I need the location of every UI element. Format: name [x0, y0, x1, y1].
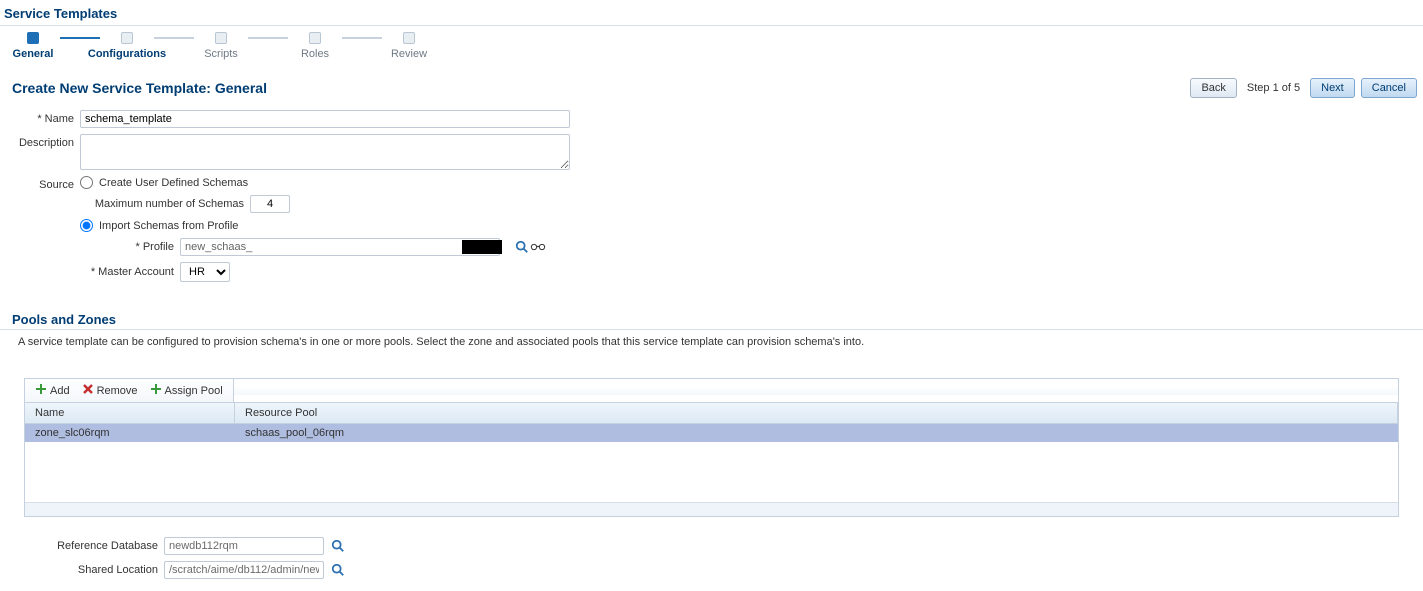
column-header-name[interactable]: Name	[25, 403, 235, 423]
profile-search-icon[interactable]	[514, 239, 530, 255]
max-schemas-label: Maximum number of Schemas	[80, 198, 250, 210]
assign-pool-button[interactable]: Assign Pool	[150, 383, 223, 398]
cancel-button[interactable]: Cancel	[1361, 78, 1417, 98]
reference-database-label: Reference Database	[24, 540, 164, 552]
page-title: Service Templates	[0, 0, 1423, 25]
empty-table-area	[25, 442, 1398, 502]
x-icon	[82, 383, 94, 398]
step-indicator: Step 1 of 5	[1243, 82, 1304, 94]
wizard-step-configurations[interactable]: Configurations	[100, 32, 154, 60]
source-import-profile-radio[interactable]	[80, 219, 93, 232]
description-textarea[interactable]	[80, 134, 570, 170]
button-bar: Back Step 1 of 5 Next Cancel	[1190, 78, 1417, 98]
reference-database-input[interactable]	[164, 537, 324, 555]
cell-name: zone_slc06rqm	[25, 424, 235, 442]
wizard-step-roles[interactable]: Roles	[288, 32, 342, 60]
cell-resource-pool: schaas_pool_06rqm	[235, 424, 1398, 442]
wizard-box-icon	[403, 32, 415, 44]
remove-button[interactable]: Remove	[82, 383, 138, 398]
wizard-connector	[154, 37, 194, 39]
wizard-box-icon	[27, 32, 39, 44]
master-account-label: Master Account	[80, 266, 180, 278]
wizard-box-icon	[121, 32, 133, 44]
column-header-resource-pool[interactable]: Resource Pool	[235, 403, 1398, 423]
profile-input[interactable]	[180, 238, 500, 256]
wizard-box-icon	[215, 32, 227, 44]
plus-icon	[35, 383, 47, 398]
wizard-train: General Configurations Scripts Roles Rev…	[0, 26, 1423, 68]
wizard-step-review[interactable]: Review	[382, 32, 436, 60]
wizard-connector	[248, 37, 288, 39]
profile-view-icon[interactable]	[530, 239, 546, 255]
master-account-select[interactable]: HR	[180, 262, 230, 282]
description-label: Description	[10, 134, 80, 149]
back-button[interactable]: Back	[1190, 78, 1236, 98]
pools-zones-title: Pools and Zones	[0, 300, 1423, 330]
wizard-step-scripts[interactable]: Scripts	[194, 32, 248, 60]
source-import-profile-label: Import Schemas from Profile	[99, 220, 238, 232]
pools-zones-desc: A service template can be configured to …	[0, 330, 1423, 354]
wizard-connector	[342, 37, 382, 39]
source-user-defined-label: Create User Defined Schemas	[99, 177, 248, 189]
table-row[interactable]: zone_slc06rqm schaas_pool_06rqm	[25, 424, 1398, 442]
shared-location-input[interactable]	[164, 561, 324, 579]
name-label: Name	[10, 110, 80, 125]
pools-zones-table: Add Remove Assign Pool Name Resource Poo…	[24, 378, 1399, 517]
max-schemas-input[interactable]	[250, 195, 290, 213]
shared-location-label: Shared Location	[24, 564, 164, 576]
table-footer	[25, 502, 1398, 516]
plus-icon	[150, 383, 162, 398]
name-input[interactable]	[80, 110, 570, 128]
section-title: Create New Service Template: General	[12, 80, 267, 96]
profile-label: Profile	[80, 241, 180, 253]
source-user-defined-radio[interactable]	[80, 176, 93, 189]
next-button[interactable]: Next	[1310, 78, 1355, 98]
reference-database-search-icon[interactable]	[330, 538, 346, 554]
wizard-step-general[interactable]: General	[6, 32, 60, 60]
source-label: Source	[10, 176, 80, 191]
redacted-region	[462, 240, 502, 254]
shared-location-search-icon[interactable]	[330, 562, 346, 578]
wizard-connector	[60, 37, 100, 39]
add-button[interactable]: Add	[35, 383, 70, 398]
wizard-box-icon	[309, 32, 321, 44]
